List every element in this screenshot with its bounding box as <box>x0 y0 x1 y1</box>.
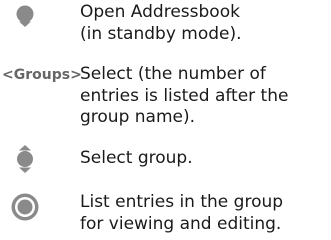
step-description: Select (the number of entries is listed … <box>80 64 289 127</box>
navigation-key-down-icon <box>16 5 34 27</box>
step-key <box>10 192 86 222</box>
center-select-key-icon <box>11 193 39 221</box>
navigation-key-up-down-icon <box>17 145 33 173</box>
step-key <box>14 4 90 28</box>
instruction-step-select-groups: <Groups> Select (the number of entries i… <box>0 64 331 130</box>
groups-softkey-label: <Groups> <box>2 67 82 83</box>
step-description: List entries in the group for viewing an… <box>80 192 284 234</box>
step-description: Open Addressbook (in standby mode). <box>80 2 242 44</box>
step-description: Select group. <box>80 148 193 168</box>
step-key <box>14 144 90 174</box>
instruction-step-open-addressbook: Open Addressbook (in standby mode). <box>0 2 331 46</box>
instruction-step-select-group: Select group. <box>0 144 331 174</box>
instruction-step-list-entries: List entries in the group for viewing an… <box>0 192 331 238</box>
